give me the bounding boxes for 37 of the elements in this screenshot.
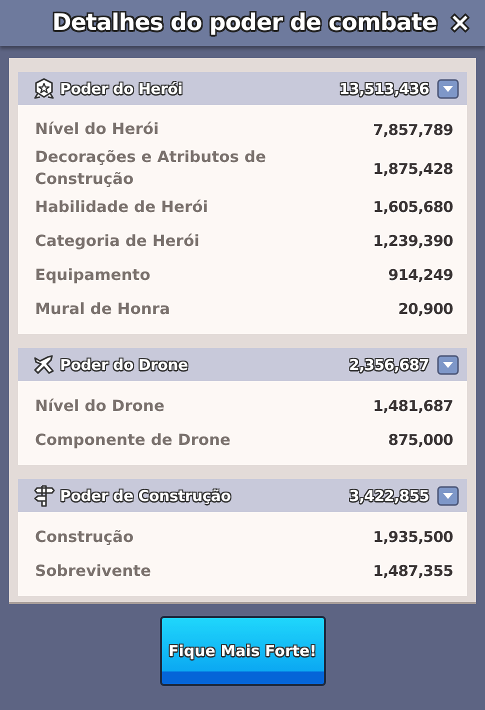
row-value: 875,000 bbox=[388, 431, 453, 450]
window-title: Detalhes do poder de combate bbox=[52, 10, 437, 36]
drone-icon bbox=[32, 352, 56, 377]
row-value: 1,935,500 bbox=[373, 528, 453, 546]
row-value: 1,605,680 bbox=[373, 198, 453, 216]
row-label: Nível do Drone bbox=[35, 396, 164, 417]
row-label: Mural de Honra bbox=[35, 298, 170, 320]
row-label: Componente de Drone bbox=[35, 430, 231, 451]
section-header[interactable]: Poder do Herói 13,513,436 bbox=[18, 72, 467, 105]
row-label: Categoria de Herói bbox=[35, 230, 200, 252]
row-value: 7,857,789 bbox=[373, 121, 453, 139]
dropdown-icon[interactable] bbox=[437, 78, 459, 98]
dropdown-icon[interactable] bbox=[437, 354, 459, 375]
section-title: Poder de Construção bbox=[60, 486, 232, 505]
row-value: 1,481,687 bbox=[373, 397, 453, 416]
section-header[interactable]: Poder do Drone 2,356,687 bbox=[18, 348, 467, 382]
section-total: 13,513,436 bbox=[339, 80, 429, 98]
row-label: Nível do Herói bbox=[35, 119, 159, 140]
section-title: Poder do Herói bbox=[60, 80, 184, 98]
section-title: Poder do Drone bbox=[60, 356, 189, 374]
dropdown-icon[interactable] bbox=[437, 486, 459, 506]
row-label: Equipamento bbox=[35, 264, 150, 286]
row-value: 1,487,355 bbox=[373, 562, 453, 580]
section-header[interactable]: Poder de Construção 3,422,855 bbox=[18, 479, 467, 512]
row-label: Construção bbox=[35, 526, 134, 548]
row-label: Sobrevivente bbox=[35, 560, 152, 582]
row-label: Habilidade de Herói bbox=[35, 196, 208, 218]
signpost-icon bbox=[32, 484, 56, 508]
row-value: 914,249 bbox=[388, 266, 453, 284]
section-total: 2,356,687 bbox=[349, 356, 429, 374]
row-value: 1,239,390 bbox=[373, 232, 453, 250]
section-total: 3,422,855 bbox=[349, 486, 429, 505]
get-stronger-button[interactable]: Fique Mais Forte! bbox=[160, 616, 326, 686]
row-value: 1,875,428 bbox=[373, 160, 453, 178]
row-label: Decorações e Atributos de Construção bbox=[35, 147, 267, 190]
badge-star-icon bbox=[32, 76, 56, 100]
row-value: 20,900 bbox=[398, 300, 453, 318]
